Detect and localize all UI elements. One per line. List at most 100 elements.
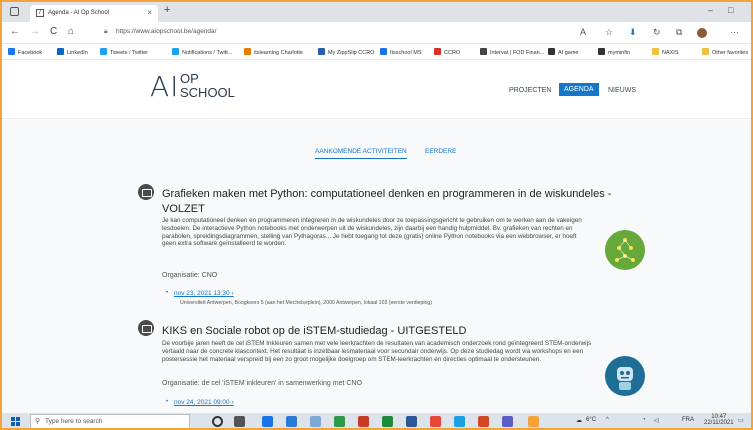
app-icon[interactable] <box>382 416 393 427</box>
event-title-status[interactable]: VOLZET <box>162 203 205 215</box>
extension-icon[interactable]: ⬇ <box>629 27 637 38</box>
tab-past[interactable]: EERDERE <box>425 148 456 155</box>
bookmark-icon <box>57 48 64 55</box>
windows-start-icon[interactable] <box>11 417 20 426</box>
bookmark-item[interactable]: NAXIS <box>652 48 679 56</box>
notifications-icon[interactable]: ▭ <box>738 417 744 424</box>
app-icon[interactable] <box>454 416 465 427</box>
task-view-icon[interactable] <box>234 416 245 427</box>
bookmark-label: My ZippSlip CCRO <box>328 50 375 56</box>
weather-icon[interactable]: ☁ <box>576 417 582 424</box>
reload-button[interactable]: C <box>50 26 57 37</box>
tab-bar: / Agenda - AI Op School × + – □ <box>2 2 751 22</box>
bookmark-icon <box>8 48 15 55</box>
app-icon[interactable] <box>502 416 513 427</box>
new-tab-button[interactable]: + <box>164 4 170 16</box>
address-bar-row: ← → C ⌂ 🔒︎ https://www.aiopschool.be/age… <box>2 22 751 44</box>
app-icon[interactable] <box>528 416 539 427</box>
bookmark-label: Notifications / Twitt... <box>182 50 233 56</box>
bookmark-icon <box>318 48 325 55</box>
nav-nieuws[interactable]: NIEUWS <box>608 87 636 94</box>
event-python-image[interactable] <box>605 230 645 270</box>
back-button[interactable]: ← <box>10 26 20 37</box>
bookmark-icon <box>100 48 107 55</box>
clock[interactable]: 10:47 22/11/2021 <box>704 414 734 426</box>
nav-agenda[interactable]: AGENDA <box>559 83 599 96</box>
browser-window: / Agenda - AI Op School × + – □ ← → C ⌂ … <box>0 0 753 430</box>
language-indicator[interactable]: FRA <box>682 417 694 423</box>
bookmark-label: Facebook <box>18 50 43 56</box>
bookmark-label: myminfin <box>608 50 631 56</box>
bookmark-item[interactable]: itslearning Charlotte <box>244 48 303 56</box>
event-date-link[interactable]: nov 24, 2021 09:00 › <box>174 399 234 406</box>
page-favicon-icon: / <box>36 9 44 17</box>
bookmark-item[interactable]: CCRO <box>434 48 460 56</box>
bookmark-item[interactable]: LinkedIn <box>57 48 88 56</box>
app-icon[interactable] <box>262 416 273 427</box>
bookmark-label: AI game <box>558 50 579 56</box>
app-icon[interactable] <box>286 416 297 427</box>
app-icon[interactable] <box>478 416 489 427</box>
close-tab-icon[interactable]: × <box>147 8 152 17</box>
home-button[interactable]: ⌂ <box>68 26 74 37</box>
tab-title: Agenda - AI Op School <box>48 10 110 16</box>
app-icon[interactable] <box>334 416 345 427</box>
bookmark-item[interactable]: Other favorites <box>702 48 748 56</box>
bookmark-item[interactable]: Tweets / Twitter <box>100 48 148 56</box>
bookmark-item[interactable]: myminfin <box>598 48 630 56</box>
app-icon[interactable] <box>310 416 321 427</box>
event-title[interactable]: KIKS en Sociale robot op de iSTEM-studie… <box>162 325 466 337</box>
nav-projecten[interactable]: PROJECTEN <box>509 87 551 94</box>
weather-temp[interactable]: 6°C <box>586 417 596 423</box>
more-menu-icon[interactable]: ··· <box>730 27 739 37</box>
minimize-button[interactable]: – <box>708 5 713 15</box>
bookmark-item[interactable]: Facebook <box>8 48 42 56</box>
event-description: Je kan computationeel denken en programm… <box>162 217 582 248</box>
bookmark-label: Tweets / Twitter <box>110 50 149 56</box>
logo-op-text: OP <box>180 71 199 86</box>
url-field[interactable]: https://www.aiopschool.be/agenda/ <box>116 28 216 35</box>
bookmark-item[interactable]: Intervat | FOD Finan... <box>480 48 544 56</box>
search-icon: ⚲ <box>35 418 41 425</box>
favorite-star-icon[interactable]: ☆ <box>605 27 613 38</box>
bookmark-item[interactable]: Itsschool MS <box>380 48 421 56</box>
refresh-extension-icon[interactable]: ↻ <box>653 27 661 38</box>
graph-nodes-icon <box>615 238 635 262</box>
agenda-content: AANKOMENDE ACTIVITEITEN EERDERE Grafieke… <box>2 120 751 413</box>
app-icon[interactable] <box>358 416 369 427</box>
bookmark-label: LinkedIn <box>67 50 88 56</box>
logo-school-text: SCHOOL <box>180 85 235 100</box>
bookmark-label: Intervat | FOD Finan... <box>490 50 545 56</box>
windows-taskbar: ⚲ Type here to search ☁ 6°C ^ ◔ ◁ FRA 10… <box>2 413 751 428</box>
calendar-icon <box>138 184 154 200</box>
bookmark-item[interactable]: AI game <box>548 48 578 56</box>
bookmark-icon <box>548 48 555 55</box>
event-title[interactable]: Grafieken maken met Python: computatione… <box>162 188 611 200</box>
event-date-link[interactable]: nov 23, 2021 13:30 › <box>174 290 234 297</box>
app-icon[interactable] <box>430 416 441 427</box>
maximize-button[interactable]: □ <box>728 5 733 15</box>
bookmark-item[interactable]: Notifications / Twitt... <box>172 48 232 56</box>
wifi-icon[interactable]: ◔ <box>642 417 646 423</box>
read-aloud-icon[interactable]: A <box>580 27 586 37</box>
bookmark-label: CCRO <box>444 50 461 56</box>
calendar-icon <box>138 320 154 336</box>
profile-avatar[interactable] <box>697 28 707 38</box>
event-organisation: Organisatie: de cel 'iSTEM inkleuren' in… <box>162 380 362 387</box>
tray-overflow-icon[interactable]: ^ <box>606 417 609 423</box>
forward-button[interactable]: → <box>30 26 40 37</box>
cortana-icon[interactable] <box>212 416 223 427</box>
lock-icon[interactable]: 🔒︎ <box>104 28 108 36</box>
app-icon[interactable] <box>406 416 417 427</box>
bookmark-item[interactable]: My ZippSlip CCRO <box>318 48 374 56</box>
tab-upcoming[interactable]: AANKOMENDE ACTIVITEITEN <box>315 148 407 159</box>
event-robot-image[interactable] <box>605 356 645 396</box>
volume-icon[interactable]: ◁ <box>654 417 659 424</box>
event-location: Universiteit Antwerpen, Boogkeers 5 (aan… <box>180 300 433 306</box>
taskbar-search-input[interactable]: ⚲ Type here to search <box>30 414 190 428</box>
bullet-icon: • <box>166 290 169 296</box>
tab-agenda[interactable]: / Agenda - AI Op School × <box>30 5 158 22</box>
bullet-icon: • <box>166 399 169 405</box>
tab-actions-icon[interactable] <box>10 7 19 16</box>
collections-icon[interactable]: ⧉ <box>676 27 682 38</box>
